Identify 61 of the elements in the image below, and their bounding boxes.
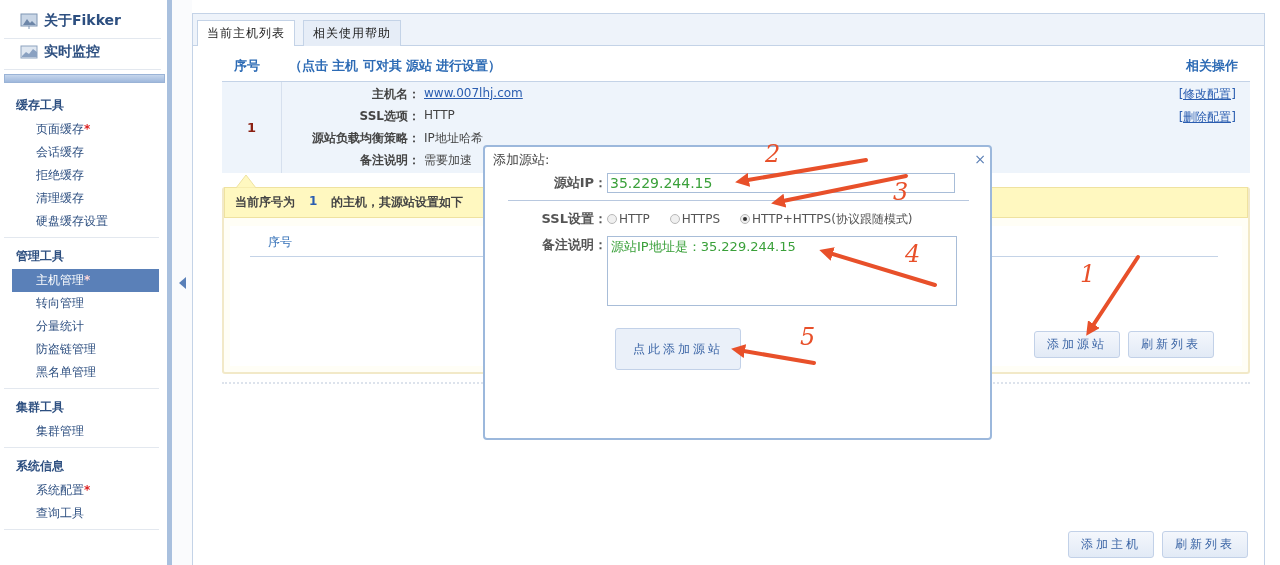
action-link[interactable]: [删除配置] <box>1178 109 1236 126</box>
notice-text: 的主机，其源站设置如下 <box>331 194 464 211</box>
sidebar-item[interactable]: 分量统计 <box>12 315 159 338</box>
column-header: 序号 <box>234 58 261 75</box>
sidebar-group-title: 管理工具 <box>15 248 65 265</box>
annotation-number: 5 <box>800 325 816 349</box>
page-button[interactable]: 刷新列表 <box>1162 531 1248 558</box>
collapse-icon[interactable] <box>178 276 186 289</box>
close-button[interactable]: × <box>974 151 986 167</box>
sidebar-item[interactable]: 集群管理 <box>12 420 159 443</box>
sidebar-link[interactable]: 关于Fikker <box>44 12 121 30</box>
field-value: 需要加速 <box>423 152 472 169</box>
submit-button[interactable]: 点此添加源站 <box>615 328 741 370</box>
radio-icon[interactable] <box>607 214 617 224</box>
sidebar-item[interactable]: 黑名单管理 <box>12 361 159 384</box>
dialog-title: 添加源站: <box>493 152 550 167</box>
sidebar-group-title: 缓存工具 <box>15 97 65 114</box>
field-label: 主机名： <box>371 86 420 103</box>
row-number: 1 <box>246 120 256 135</box>
column-header: （点击 主机 可对其 源站 进行设置） <box>289 58 503 75</box>
sidebar-item[interactable]: 查询工具 <box>12 502 159 525</box>
annotation-number: 4 <box>905 242 921 266</box>
column-header: 序号 <box>268 235 292 249</box>
notice-index: 1 <box>308 194 319 210</box>
field-label: 源站负载均衡策略： <box>311 130 420 147</box>
radio-option[interactable]: HTTPS <box>669 210 721 228</box>
sidebar-item[interactable]: 页面缓存* <box>12 118 159 141</box>
radio-icon[interactable] <box>740 214 751 224</box>
field-label: SSL选项： <box>358 108 420 125</box>
tab[interactable]: 当前主机列表 <box>197 20 295 46</box>
sidebar-item[interactable]: 拒绝缓存 <box>12 164 159 187</box>
sidebar-item[interactable]: 硬盘缓存设置 <box>12 210 159 233</box>
sidebar-group-title: 系统信息 <box>15 458 65 475</box>
annotation-number: 1 <box>1080 262 1096 286</box>
sidebar-link[interactable]: 实时监控 <box>44 43 100 61</box>
field-label: 备注说明： <box>359 152 420 169</box>
radio-option[interactable]: HTTP+HTTPS(协议跟随模式) <box>740 210 913 228</box>
sidebar-group-title: 集群工具 <box>15 399 65 416</box>
radio-option[interactable]: HTTP <box>607 210 650 228</box>
action-link[interactable]: [修改配置] <box>1178 86 1236 103</box>
sidebar-item[interactable]: 主机管理* <box>12 269 159 292</box>
sidebar-item[interactable]: 转向管理 <box>12 292 159 315</box>
sidebar-item[interactable]: 系统配置* <box>12 479 159 502</box>
page-button[interactable]: 添加主机 <box>1068 531 1154 558</box>
host-link[interactable]: www.007lhj.com <box>420 86 523 103</box>
field-value: HTTP <box>423 108 455 124</box>
tab[interactable]: 相关使用帮助 <box>303 20 401 46</box>
sidebar-item[interactable]: 会话缓存 <box>12 141 159 164</box>
panel-button[interactable]: 刷新列表 <box>1128 331 1214 358</box>
field-label: 备注说明： <box>541 236 607 254</box>
field-value: IP地址哈希 <box>423 130 483 147</box>
field-label: 源站IP： <box>552 174 607 192</box>
image-icon <box>20 13 38 29</box>
panel-button[interactable]: 添加源站 <box>1034 331 1120 358</box>
column-header: 相关操作 <box>1186 58 1238 75</box>
field-label: SSL设置： <box>540 210 607 228</box>
sidebar-item[interactable]: 清理缓存 <box>12 187 159 210</box>
notice-text: 当前序号为 <box>235 194 295 211</box>
radio-icon[interactable] <box>669 214 680 224</box>
sidebar-item[interactable]: 防盗链管理 <box>12 338 159 361</box>
annotation-number: 2 <box>765 142 781 166</box>
